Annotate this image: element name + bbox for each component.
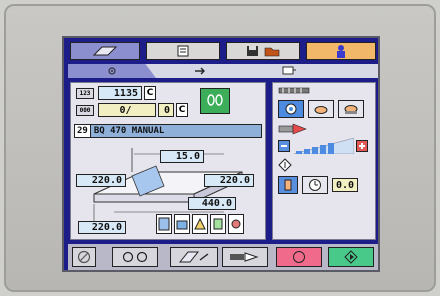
tool-2-icon — [176, 220, 188, 230]
refresh-icon — [122, 251, 148, 263]
tool-button-2[interactable] — [174, 214, 190, 234]
counter-badge-bottom: 000 — [76, 105, 94, 116]
arrow-right-icon — [195, 67, 205, 75]
dim-bottom-left[interactable]: 220.0 — [78, 221, 126, 234]
plus-icon — [359, 143, 365, 149]
tool-change-button[interactable] — [170, 247, 218, 267]
diamond-icon — [278, 158, 292, 172]
feet-icon — [207, 94, 223, 106]
program-number: 29 — [75, 125, 91, 137]
tab-eraser[interactable] — [70, 42, 140, 60]
counter-flag-top[interactable]: C — [144, 86, 156, 100]
start-icon — [344, 250, 358, 264]
subtab-screen[interactable] — [244, 64, 334, 78]
hand-icon — [284, 179, 292, 191]
minus-icon — [281, 145, 287, 147]
roller-icon — [278, 87, 310, 94]
user-icon — [337, 45, 345, 58]
counter-badge-top: 123 — [76, 88, 94, 99]
tool-5-icon — [231, 219, 241, 229]
increase-button[interactable] — [356, 140, 368, 152]
tool-button-1[interactable] — [156, 214, 172, 234]
counter-value-bottom-a[interactable]: 0/ — [98, 103, 156, 117]
stop-button[interactable] — [276, 247, 322, 267]
stop-icon — [293, 251, 305, 263]
hmi-screen: 123 1135 C 000 0/ 0 C 29 BQ 470 MANUAL 1… — [62, 36, 380, 272]
dim-depth[interactable]: 440.0 — [188, 197, 236, 210]
refresh-button[interactable] — [112, 247, 158, 267]
subtab-arrow[interactable] — [156, 64, 244, 78]
tool-button-4[interactable] — [210, 214, 226, 234]
tool-button-3[interactable] — [192, 214, 208, 234]
tool-1-icon — [158, 217, 170, 231]
mode-button-2[interactable] — [308, 100, 334, 118]
dim-top-width[interactable]: 15.0 — [160, 150, 204, 163]
level-bar — [294, 138, 354, 154]
dim-right-width[interactable]: 220.0 — [204, 174, 254, 187]
clock-icon — [309, 179, 321, 191]
counter-value-bottom-b[interactable]: 0 — [158, 103, 174, 117]
tool-3-icon — [194, 217, 206, 230]
tool-button-5[interactable] — [228, 214, 244, 234]
document-icon — [177, 45, 189, 57]
hand-left-icon — [314, 106, 328, 114]
save-folder-icon — [247, 46, 280, 57]
no-entry-icon — [77, 250, 91, 264]
timer-button[interactable] — [302, 176, 328, 194]
tab-document[interactable] — [146, 42, 220, 60]
counter-flag-bottom[interactable]: C — [176, 103, 188, 117]
cancel-button[interactable] — [72, 247, 96, 267]
decrease-button[interactable] — [278, 140, 290, 152]
mode-button-3[interactable] — [338, 100, 364, 118]
program-bar[interactable]: 29 BQ 470 MANUAL — [74, 124, 262, 138]
settings-icon — [108, 67, 116, 75]
subtab-settings[interactable] — [68, 64, 156, 78]
start-button[interactable] — [328, 247, 374, 267]
eraser-icon — [92, 46, 118, 56]
feed-arrow-icon — [278, 123, 307, 135]
hand-right-icon — [344, 105, 358, 114]
tab-user[interactable] — [306, 42, 376, 60]
program-name: BQ 470 MANUAL — [93, 126, 165, 136]
target-icon — [285, 103, 297, 115]
tab-save[interactable] — [226, 42, 300, 60]
timer-value[interactable]: 0.0 — [332, 178, 358, 192]
feet-button[interactable] — [200, 88, 230, 114]
tool-change-icon — [178, 251, 209, 263]
manual-button[interactable] — [278, 176, 298, 194]
mode-button-1[interactable] — [278, 100, 304, 118]
dim-left-height[interactable]: 220.0 — [76, 174, 126, 187]
counter-value-top[interactable]: 1135 — [98, 86, 142, 100]
screen-icon — [282, 66, 296, 75]
transfer-icon — [230, 252, 259, 262]
transfer-button[interactable] — [222, 247, 268, 267]
tool-4-icon — [213, 218, 223, 230]
